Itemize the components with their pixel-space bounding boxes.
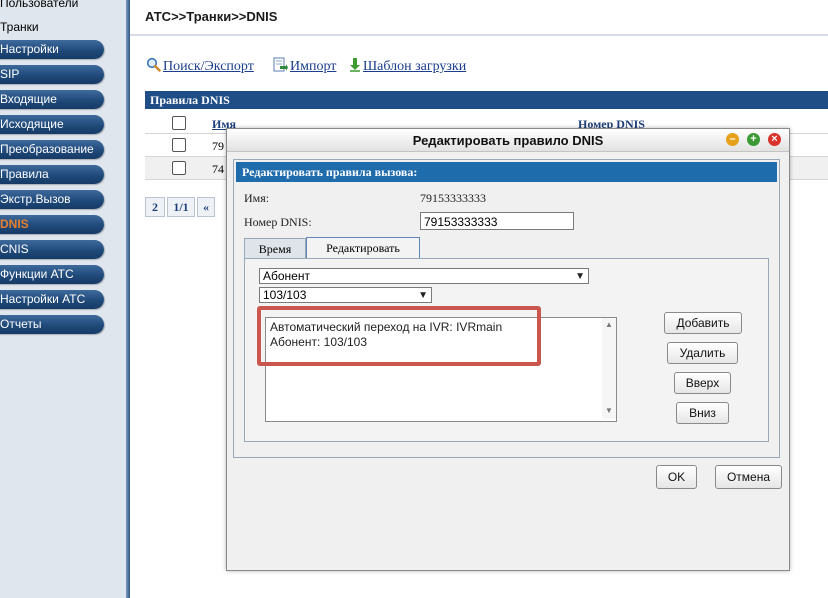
upload-template-label: Шаблон загрузки [363, 59, 467, 74]
sidebar-item-users[interactable]: Пользователи [0, 0, 104, 13]
sidebar-item-reports[interactable]: Отчеты [0, 315, 104, 334]
close-icon[interactable]: × [768, 133, 781, 146]
rule-type-value: Абонент [263, 269, 310, 283]
dialog-titlebar[interactable]: Редактировать правило DNIS – + × [227, 129, 789, 152]
first-page-button[interactable]: « [197, 197, 215, 217]
rule-type-select[interactable]: Абонент ▼ [259, 268, 589, 284]
search-icon [146, 57, 161, 77]
search-export-label: Поиск/Экспорт [163, 59, 254, 74]
call-rules-section-title: Редактировать правила вызова: [236, 162, 777, 182]
dialog-title: Редактировать правило DNIS [412, 133, 604, 148]
sidebar-item-dnis[interactable]: DNIS [0, 215, 104, 234]
sidebar-item-conversion[interactable]: Преобразование [0, 140, 104, 159]
move-up-button[interactable]: Вверх [674, 372, 731, 394]
sidebar-item-trunks[interactable]: Транки [0, 18, 104, 37]
tab-time[interactable]: Время [244, 238, 306, 258]
sidebar-item-incoming[interactable]: Входящие [0, 90, 104, 109]
sidebar-item-pbx-functions[interactable]: Функции АТС [0, 265, 104, 284]
import-icon [272, 57, 288, 77]
sidebar-item-cnis[interactable]: CNIS [0, 240, 104, 259]
subscriber-value: 103/103 [263, 288, 307, 302]
add-button[interactable]: Добавить [664, 312, 742, 334]
page-count: 1/1 [167, 197, 195, 217]
sidebar-divider [126, 0, 130, 598]
import-label: Импорт [290, 59, 337, 74]
chevron-down-icon: ▼ [575, 271, 585, 282]
rules-table-title: Правила DNIS [145, 91, 828, 109]
import-link[interactable]: Импорт [272, 57, 336, 77]
name-label: Имя: [244, 191, 270, 205]
select-all-checkbox[interactable] [172, 116, 186, 130]
list-scrollbar[interactable]: ▲ ▼ [602, 318, 616, 419]
sidebar-item-pbx-settings[interactable]: Настройки АТС [0, 290, 104, 309]
upload-template-link[interactable]: Шаблон загрузки [349, 57, 466, 77]
search-export-link[interactable]: Поиск/Экспорт [146, 57, 254, 77]
row-name-cell: 79 [212, 139, 224, 153]
row-checkbox[interactable] [172, 138, 186, 152]
sidebar-item-sip[interactable]: SIP [0, 65, 104, 84]
breadcrumb: АТС>>Транки>>DNIS [145, 9, 278, 24]
delete-button[interactable]: Удалить [667, 342, 738, 364]
chevron-down-icon: ▼ [418, 290, 428, 301]
row-checkbox[interactable] [172, 161, 186, 175]
highlight-annotation [257, 306, 541, 366]
tab-edit[interactable]: Редактировать [306, 237, 420, 259]
sidebar-item-rules[interactable]: Правила [0, 165, 104, 184]
sidebar-item-emergency-call[interactable]: Экстр.Вызов [0, 190, 104, 209]
dnis-number-input[interactable]: 79153333333 [420, 212, 574, 230]
ok-button[interactable]: OK [656, 465, 697, 489]
dnis-number-label: Номер DNIS: [244, 215, 312, 229]
cancel-button[interactable]: Отмена [715, 465, 782, 489]
row-name-cell: 74 [212, 162, 224, 176]
scroll-down-icon[interactable]: ▼ [605, 406, 613, 415]
subscriber-select[interactable]: 103/103 ▼ [259, 287, 432, 303]
sidebar: Пользователи Транки Настройки SIP Входящ… [0, 0, 126, 598]
header-divider [130, 34, 828, 36]
scroll-up-icon[interactable]: ▲ [605, 320, 613, 329]
page-number-button[interactable]: 2 [145, 197, 165, 217]
minimize-icon[interactable]: – [726, 133, 739, 146]
sidebar-item-settings[interactable]: Настройки [0, 40, 104, 59]
move-down-button[interactable]: Вниз [676, 402, 729, 424]
maximize-icon[interactable]: + [747, 133, 760, 146]
sidebar-item-outgoing[interactable]: Исходящие [0, 115, 104, 134]
name-value: 79153333333 [420, 191, 486, 205]
download-arrow-icon [349, 57, 361, 77]
